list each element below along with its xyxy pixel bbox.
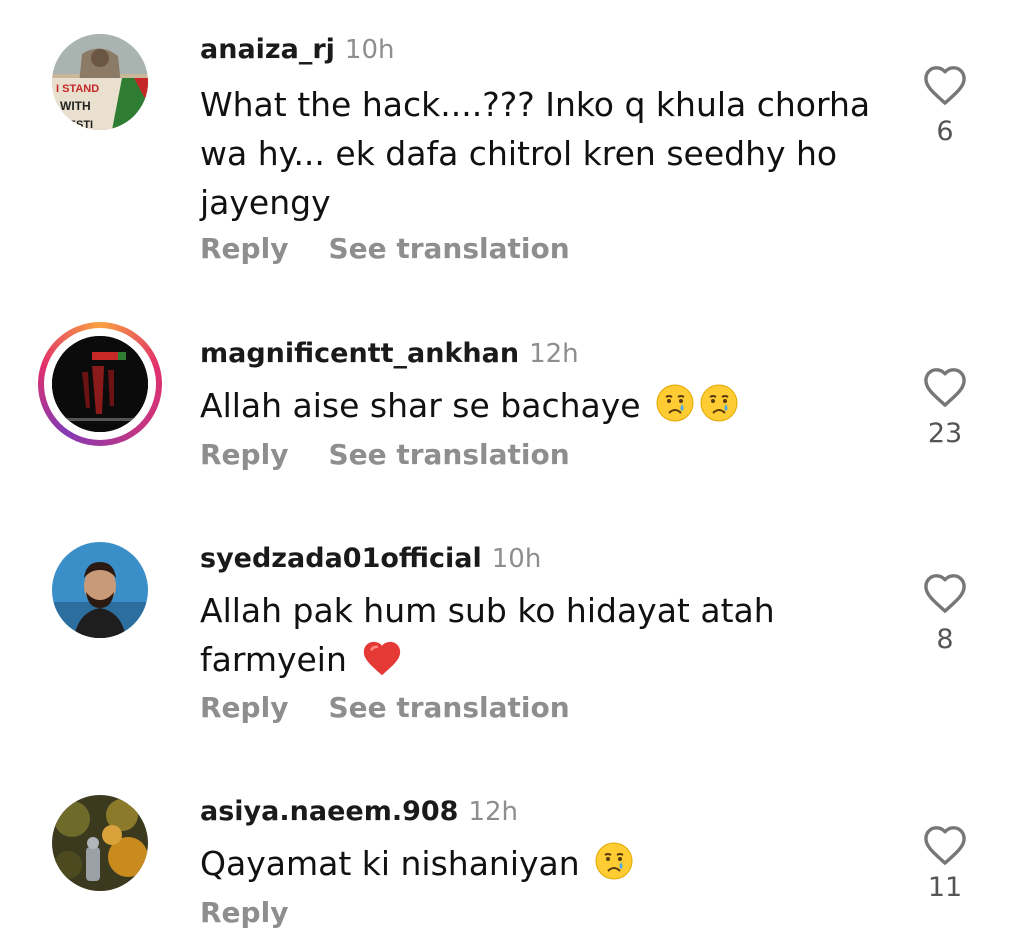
reply-button[interactable]: Reply: [200, 232, 288, 265]
timestamp: 10h: [344, 35, 395, 65]
avatar-image: [52, 336, 148, 432]
crying-face-icon: [594, 841, 634, 894]
heart-outline-icon[interactable]: [922, 572, 968, 614]
timestamp: 10h: [491, 544, 542, 574]
svg-text:I STAND: I STAND: [56, 83, 99, 95]
heart-outline-icon[interactable]: [922, 64, 968, 106]
avatar-story-ring[interactable]: [38, 322, 162, 446]
comment-actions: Reply See translation: [200, 232, 570, 265]
crying-face-icon: [655, 383, 695, 436]
comment-text: Allah aise shar se bachaye: [200, 381, 880, 436]
username[interactable]: asiya.naeem.908: [200, 796, 458, 827]
red-heart-icon: [361, 639, 403, 690]
avatar: [52, 336, 148, 432]
like-count: 23: [927, 418, 963, 449]
see-translation-button[interactable]: See translation: [328, 232, 569, 265]
comment-text-content: Allah aise shar se bachaye: [200, 386, 641, 425]
like-section: 11: [918, 824, 972, 903]
svg-text:WITH: WITH: [60, 99, 91, 113]
avatar[interactable]: [52, 542, 148, 638]
like-count: 11: [927, 872, 963, 903]
svg-text:ALESTI: ALESTI: [54, 119, 93, 130]
comment-actions: Reply: [200, 896, 288, 929]
comment-meta: asiya.naeem.908 12h: [200, 796, 518, 827]
comment-actions: Reply See translation: [200, 691, 570, 724]
like-section: 8: [918, 572, 972, 655]
comment-text: Qayamat ki nishaniyan: [200, 839, 880, 894]
reply-button[interactable]: Reply: [200, 438, 288, 471]
see-translation-button[interactable]: See translation: [328, 438, 569, 471]
see-translation-button[interactable]: See translation: [328, 691, 569, 724]
timestamp: 12h: [529, 339, 579, 369]
comment-meta: syedzada01official 10h: [200, 543, 541, 574]
avatar[interactable]: I STAND WITH ALESTI: [52, 34, 148, 130]
like-section: 23: [918, 366, 972, 449]
comment-text-content: Allah pak hum sub ko hidayat atah farmye…: [200, 591, 775, 679]
username[interactable]: magnificentt_ankhan: [200, 338, 519, 369]
comment-actions: Reply See translation: [200, 438, 570, 471]
reply-button[interactable]: Reply: [200, 691, 288, 724]
reply-button[interactable]: Reply: [200, 896, 288, 929]
like-section: 6: [918, 64, 972, 147]
comment-text-content: Qayamat ki nishaniyan: [200, 844, 580, 883]
heart-outline-icon[interactable]: [922, 824, 968, 866]
avatar-image: I STAND WITH ALESTI: [52, 34, 148, 130]
comment-text: Allah pak hum sub ko hidayat atah farmye…: [200, 586, 880, 690]
like-count: 8: [936, 624, 954, 655]
heart-outline-icon[interactable]: [922, 366, 968, 408]
avatar-image: [52, 542, 148, 638]
comment-text: What the hack....??? Inko q khula chorha…: [200, 85, 871, 222]
comment-meta: anaiza_rj 10h: [200, 34, 394, 65]
crying-face-icon: [699, 383, 739, 436]
username[interactable]: syedzada01official: [200, 543, 482, 574]
timestamp: 12h: [468, 797, 519, 827]
like-count: 6: [936, 116, 954, 147]
avatar[interactable]: [52, 795, 148, 891]
comment-meta: magnificentt_ankhan 12h: [200, 338, 579, 369]
avatar-image: [52, 795, 148, 891]
username[interactable]: anaiza_rj: [200, 34, 335, 65]
